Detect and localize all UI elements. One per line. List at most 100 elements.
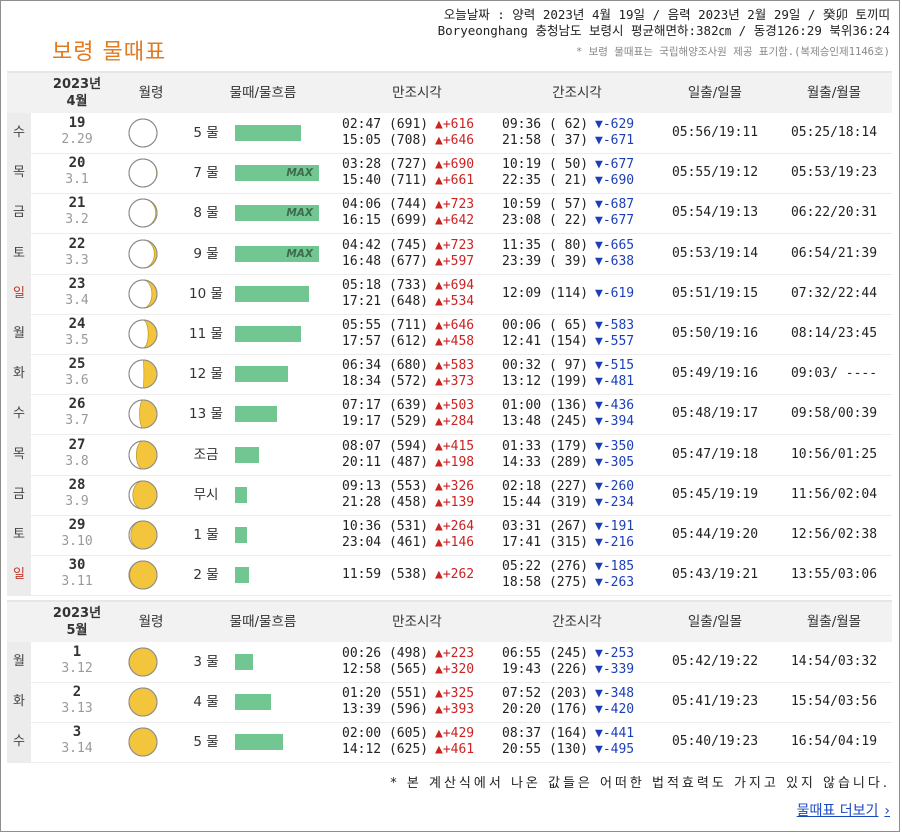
- moonrise-moonset: 12:56/02:38: [790, 527, 878, 542]
- low-tide-2: 19:43 (226): [502, 662, 589, 677]
- low-tide-1: 06:55 (245): [502, 646, 589, 661]
- low-tide-2: 20:20 (176): [502, 702, 589, 718]
- disclaimer: * 본 계산식에서 나온 값들은 어떠한 법적효력도 가지고 있지 않습니다.: [390, 776, 890, 791]
- table-row: 목 20 3.1 7 물 MAX 03:28 (727) ▲+690 15:40…: [7, 153, 892, 195]
- table-header: 2023년 4월 월령 물때/물흐름 만조시각 간조시각 일출/일몰 월출/월몰: [7, 71, 892, 113]
- lunar-date: 3.10: [61, 534, 93, 549]
- high-tide-1: 04:06 (744): [342, 197, 429, 213]
- moonrise-moonset: 13:55/03:06: [790, 567, 878, 583]
- sunrise-sunset: 05:43/19:21: [671, 567, 759, 583]
- low-tide-2: 13:12 (199): [502, 374, 589, 390]
- month-label: 5월: [66, 623, 88, 638]
- lunar-date: 3.6: [65, 373, 89, 389]
- day-of-week: 수: [7, 394, 31, 435]
- low-tide-1-diff: ▼-253: [595, 646, 635, 661]
- sunrise-sunset: 05:51/19:15: [671, 285, 759, 301]
- month-label: 4월: [66, 94, 88, 109]
- high-tide-1-diff: ▲+503: [435, 398, 475, 414]
- col-moon-phase-header: 월령: [138, 85, 164, 101]
- low-tide-1-diff: ▼-677: [595, 157, 635, 173]
- table-row: 수 19 2.29 5 물 02:47 (691) ▲+616 15:05 (7…: [7, 113, 892, 154]
- high-tide-2: 20:11 (487): [342, 454, 429, 470]
- tide-phase: 10 물: [189, 285, 223, 302]
- high-tide-1-diff: ▲+694: [435, 277, 475, 293]
- high-tide-1: 01:20 (551): [342, 686, 429, 702]
- low-tide-1: 00:32 ( 97): [502, 358, 589, 374]
- high-tide-1-diff: ▲+223: [435, 646, 475, 661]
- max-label: MAX: [286, 167, 313, 180]
- more-tide-link[interactable]: 물때표 더보기 ›: [797, 800, 890, 820]
- low-tide-1-diff: ▼-191: [595, 519, 635, 534]
- table-row: 월 1 3.12 3 물 00:26 (498) ▲+223 12:58 (56…: [7, 642, 892, 683]
- moonrise-moonset: 06:54/21:39: [790, 245, 878, 261]
- low-tide-2-diff: ▼-638: [595, 253, 635, 269]
- low-tide-1-diff: ▼-515: [595, 358, 635, 374]
- low-tide-1: 01:00 (136): [502, 398, 589, 414]
- col-tide-flow-header: 물때/물흐름: [229, 85, 297, 101]
- moon-phase-icon: [128, 118, 158, 148]
- high-tide-2-diff: ▲+461: [435, 742, 475, 758]
- sunrise-sunset: 05:50/19:16: [671, 326, 759, 341]
- low-tide-1-diff: ▼-348: [595, 686, 635, 702]
- day-of-week: 목: [7, 434, 31, 475]
- high-tide-1: 07:17 (639): [342, 398, 429, 414]
- solar-day: 1: [72, 644, 82, 660]
- table-row: 월 24 3.5 11 물 05:55 (711) ▲+646 17:57 (6…: [7, 314, 892, 355]
- lunar-date: 3.7: [65, 413, 89, 429]
- high-tide-2-diff: ▲+320: [435, 662, 475, 677]
- high-tide-1-diff: ▲+264: [435, 519, 475, 534]
- low-tide-2-diff: ▼-481: [595, 374, 635, 390]
- col-moon-phase-header: 월령: [138, 614, 164, 630]
- tide-flow-bar: [235, 527, 247, 543]
- sunrise-sunset: 05:48/19:17: [671, 406, 759, 422]
- day-of-week: 화: [7, 354, 31, 395]
- high-tide-1: 05:55 (711): [342, 318, 429, 333]
- high-tide-2-diff: ▲+284: [435, 414, 475, 430]
- low-tide-1: 07:52 (203): [502, 686, 589, 702]
- high-tide-2: 18:34 (572): [342, 374, 429, 390]
- high-tide-1: 02:47 (691): [342, 117, 429, 132]
- moonrise-moonset: 15:54/03:56: [790, 694, 878, 710]
- tide-flow-bar: [235, 366, 288, 383]
- tide-phase: 5 물: [193, 125, 219, 141]
- moonrise-moonset: 07:32/22:44: [790, 285, 878, 301]
- tide-phase: 11 물: [189, 326, 223, 342]
- tide-phase: 무시: [193, 486, 219, 503]
- tide-flow-bar: MAX: [235, 165, 319, 182]
- solar-day: 3: [72, 724, 82, 741]
- lunar-date: 3.14: [61, 741, 93, 757]
- high-tide-2: 14:12 (625): [342, 742, 429, 758]
- high-tide-2: 15:40 (711): [342, 173, 429, 189]
- col-moonrise-moonset-header: 월출/월몰: [806, 85, 862, 101]
- max-label: MAX: [286, 207, 313, 220]
- high-tide-1: 09:13 (553): [342, 478, 429, 494]
- low-tide-1-diff: ▼-185: [595, 559, 635, 575]
- low-tide-1: 12:09 (114): [502, 285, 589, 301]
- high-tide-2-diff: ▲+646: [435, 133, 475, 148]
- chevron-right-icon: ›: [884, 803, 890, 819]
- day-of-week: 월: [7, 642, 31, 682]
- low-tide-2: 12:41 (154): [502, 334, 589, 349]
- high-tide-2: 12:58 (565): [342, 662, 429, 677]
- high-tide-1: 00:26 (498): [342, 646, 429, 661]
- table-row: 수 26 3.7 13 물 07:17 (639) ▲+503 19:17 (5…: [7, 394, 892, 436]
- high-tide-1-diff: ▲+262: [435, 567, 475, 583]
- high-tide-1: 11:59 (538): [342, 567, 429, 583]
- low-tide-1-diff: ▼-665: [595, 237, 635, 253]
- moonrise-moonset: 14:54/03:32: [790, 654, 878, 669]
- high-tide-1-diff: ▲+583: [435, 358, 475, 374]
- high-tide-1-diff: ▲+723: [435, 197, 475, 213]
- day-of-week: 토: [7, 233, 31, 274]
- tide-flow-bar: [235, 567, 249, 584]
- high-tide-1: 02:00 (605): [342, 726, 429, 742]
- moon-phase-icon: [128, 727, 158, 757]
- tide-flow-bar: [235, 125, 301, 141]
- moonrise-moonset: 11:56/02:04: [790, 486, 878, 502]
- table-row: 화 2 3.13 4 물 01:20 (551) ▲+325 13:39 (59…: [7, 682, 892, 724]
- moonrise-moonset: 09:58/00:39: [790, 406, 878, 422]
- low-tide-1-diff: ▼-350: [595, 438, 635, 454]
- low-tide-1-diff: ▼-260: [595, 478, 635, 494]
- low-tide-2-diff: ▼-394: [595, 414, 635, 430]
- moon-phase-icon: [128, 520, 158, 550]
- solar-day: 24: [68, 316, 86, 332]
